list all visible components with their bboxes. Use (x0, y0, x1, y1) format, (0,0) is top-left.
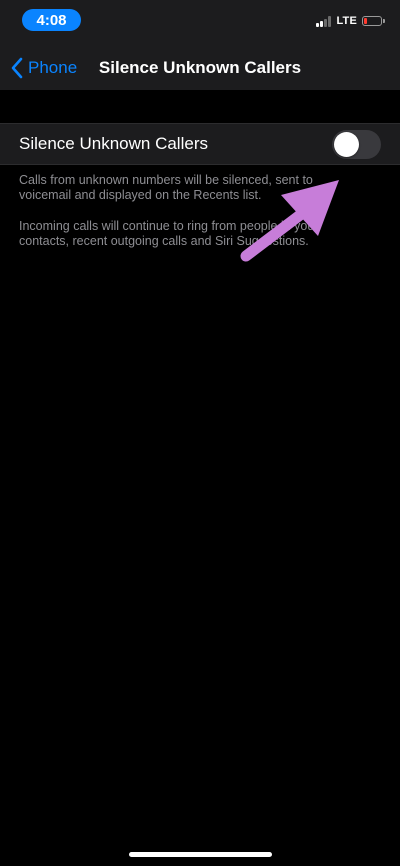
cellular-signal-icon (316, 15, 332, 27)
status-time[interactable]: 4:08 (22, 9, 81, 31)
battery-icon (362, 16, 385, 26)
network-type: LTE (336, 15, 357, 27)
back-button[interactable]: Phone (10, 46, 77, 90)
silence-unknown-callers-row: Silence Unknown Callers (0, 123, 400, 165)
navigation-bar: Phone Silence Unknown Callers (0, 46, 400, 90)
silence-unknown-callers-toggle[interactable] (332, 130, 381, 159)
toggle-knob (334, 132, 359, 157)
setting-description-secondary: Incoming calls will continue to ring fro… (19, 219, 319, 248)
setting-label: Silence Unknown Callers (19, 134, 208, 153)
home-indicator[interactable] (129, 852, 272, 857)
status-indicators: LTE (316, 14, 385, 28)
setting-description: Calls from unknown numbers will be silen… (19, 173, 313, 202)
chevron-left-icon (11, 57, 23, 79)
status-bar: 4:08 LTE (0, 0, 400, 46)
back-button-label: Phone (28, 58, 78, 77)
